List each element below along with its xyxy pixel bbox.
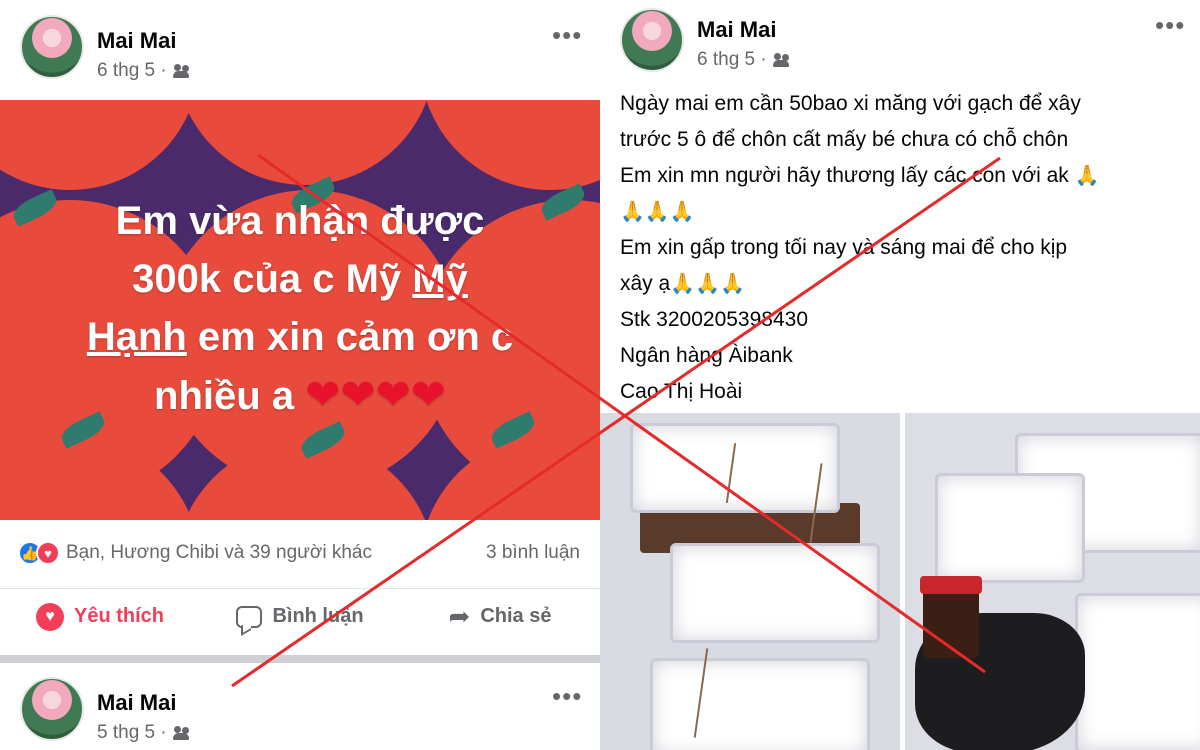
banner-text-segment: em xin cảm ơn c bbox=[186, 315, 514, 359]
more-options-icon[interactable]: ••• bbox=[552, 22, 582, 48]
author-name[interactable]: Mai Mai bbox=[97, 28, 176, 54]
photo-detail bbox=[923, 588, 979, 658]
share-arrow-icon: ➦ bbox=[448, 601, 471, 631]
author-name[interactable]: Mai Mai bbox=[697, 17, 776, 43]
praying-hands-icon: 🙏🙏🙏 bbox=[670, 273, 745, 295]
reactions-summary[interactable]: 👍 ♥ Bạn, Hương Chibi và 39 người khác 3 … bbox=[18, 535, 588, 571]
post-photo[interactable] bbox=[600, 413, 900, 750]
avatar[interactable] bbox=[620, 8, 684, 72]
like-button-label: Yêu thích bbox=[73, 605, 164, 627]
photo-detail bbox=[630, 423, 840, 513]
comment-count[interactable]: 3 bình luận bbox=[486, 542, 580, 564]
share-button[interactable]: ➦ Chia sẻ bbox=[400, 589, 600, 644]
comment-icon bbox=[236, 605, 263, 628]
banner-message: Em vừa nhận được 300k của c Mỹ Mỹ Hạnh e… bbox=[30, 192, 570, 425]
friends-audience-icon bbox=[172, 64, 191, 78]
avatar[interactable] bbox=[20, 677, 84, 741]
photo-detail bbox=[650, 658, 870, 750]
banner-line: Em vừa nhận được bbox=[115, 199, 485, 243]
post-text-segment: xây ạ bbox=[620, 272, 671, 295]
post-text-line: trước 5 ô để chôn cất mấy bé chưa có chỗ… bbox=[620, 128, 1069, 151]
account-number: Stk 3200205398430 bbox=[620, 308, 809, 331]
post-background-image[interactable]: Em vừa nhận được 300k của c Mỹ Mỹ Hạnh e… bbox=[0, 100, 600, 520]
reactions-text[interactable]: Bạn, Hương Chibi và 39 người khác bbox=[66, 542, 372, 564]
heart-icon: ♥ bbox=[36, 541, 60, 565]
left-post-panel: Mai Mai 6 thg 5 · ••• Em vừa nhận được 3… bbox=[0, 0, 600, 750]
post-time: 5 thg 5 · bbox=[97, 722, 191, 744]
banner-text-segment: 300k của c Mỹ bbox=[132, 257, 413, 301]
photo-detail bbox=[935, 473, 1085, 583]
praying-hands-icon: 🙏 bbox=[1074, 165, 1100, 187]
banner-text-segment: nhiều a bbox=[154, 374, 306, 418]
post-header: Mai Mai 6 thg 5 · ••• bbox=[0, 0, 600, 100]
more-options-icon[interactable]: ••• bbox=[1155, 12, 1185, 38]
banner-line: nhiều a ❤❤❤❤ bbox=[30, 366, 570, 425]
comment-button[interactable]: Bình luận bbox=[200, 589, 400, 644]
share-button-label: Chia sẻ bbox=[480, 605, 552, 627]
post-timestamp: 6 thg 5 · bbox=[697, 49, 767, 70]
post-text-line: Em xin gấp trong tối nay và sáng mai để … bbox=[620, 236, 1068, 259]
avatar[interactable] bbox=[20, 15, 84, 79]
post-text-line: Em xin mn người hãy thương lấy các con v… bbox=[620, 158, 1180, 194]
friends-audience-icon bbox=[772, 53, 791, 67]
mention-link[interactable]: Mỹ bbox=[412, 257, 468, 301]
bank-name: Ngân hàng Àibank bbox=[620, 344, 793, 367]
post-text-line: 🙏🙏🙏 bbox=[620, 194, 1180, 230]
post-time: 6 thg 5 · bbox=[97, 60, 191, 82]
more-options-icon[interactable]: ••• bbox=[552, 683, 582, 709]
mention-link[interactable]: Hạnh bbox=[87, 315, 187, 359]
post-text-line: xây ạ🙏🙏🙏 bbox=[620, 266, 1180, 302]
friends-audience-icon bbox=[172, 726, 191, 740]
post-action-bar: ♥ Yêu thích Bình luận ➦ Chia sẻ bbox=[0, 588, 600, 644]
photo-detail bbox=[670, 543, 880, 643]
post-timestamp: 6 thg 5 · bbox=[97, 60, 167, 81]
praying-hands-icon: 🙏🙏🙏 bbox=[620, 201, 695, 223]
comment-button-label: Bình luận bbox=[272, 605, 364, 627]
photo-detail bbox=[1075, 593, 1200, 750]
feed-separator bbox=[0, 655, 600, 663]
post-text-segment: Em xin mn người hãy thương lấy các con v… bbox=[620, 164, 1069, 187]
post-header: Mai Mai 6 thg 5 · ••• bbox=[600, 0, 1200, 100]
post-text: Ngày mai em cần 50bao xi măng với gạch đ… bbox=[620, 86, 1180, 410]
banner-line: Hạnh em xin cảm ơn c bbox=[30, 308, 570, 366]
author-name[interactable]: Mai Mai bbox=[97, 690, 176, 716]
second-post-header: Mai Mai 5 thg 5 · ••• bbox=[0, 663, 600, 750]
photo-detail bbox=[920, 576, 982, 594]
heart-emoji-icon: ❤❤❤❤ bbox=[305, 371, 446, 418]
post-time: 6 thg 5 · bbox=[697, 49, 791, 71]
post-timestamp: 5 thg 5 · bbox=[97, 722, 167, 743]
account-holder: Cao Thị Hoài bbox=[620, 380, 743, 403]
post-photo[interactable] bbox=[905, 413, 1200, 750]
like-button[interactable]: ♥ Yêu thích bbox=[0, 589, 200, 644]
heart-icon: ♥ bbox=[35, 602, 64, 631]
post-text-line: Ngày mai em cần 50bao xi măng với gạch đ… bbox=[620, 92, 1081, 115]
banner-line: 300k của c Mỹ Mỹ bbox=[30, 250, 570, 308]
